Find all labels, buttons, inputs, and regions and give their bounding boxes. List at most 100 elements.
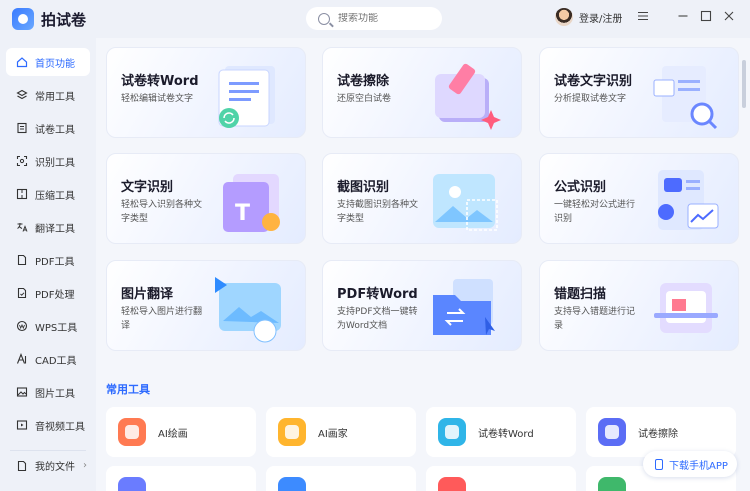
sidebar-item-wps-tools[interactable]: WPS工具 [6, 312, 90, 340]
tool-label: AI画家 [318, 428, 348, 440]
sidebar-item-label: 常用工具 [35, 91, 75, 103]
card-desc: 轻松导入识别各种文字类型 [121, 200, 203, 224]
ai-painting-icon [118, 418, 146, 446]
chevron-right-icon: › [83, 460, 87, 471]
paper-word-icon [438, 418, 466, 446]
sidebar-item-av-tools[interactable]: 音视频工具 [6, 411, 90, 439]
search-box[interactable] [306, 7, 442, 30]
sidebar-item-translate-tools[interactable]: 翻译工具 [6, 213, 90, 241]
file-icon [16, 460, 28, 472]
common-tools-heading: 常用工具 [106, 383, 150, 396]
translate-icon [16, 221, 28, 233]
scrollbar[interactable] [742, 60, 746, 108]
paper-erase-icon [598, 418, 626, 446]
card-title: 试卷擦除 [337, 74, 390, 89]
tool-row2-partial[interactable] [426, 466, 576, 491]
sidebar-item-pdf-process[interactable]: PDF处理 [6, 279, 90, 307]
sidebar-item-compress-tools[interactable]: 压缩工具 [6, 180, 90, 208]
sidebar-item-pdf-tools[interactable]: PDF工具 [6, 246, 90, 274]
card-pdf-to-word[interactable]: PDF转Word 支持PDF文档一键转为Word文档 [322, 260, 522, 351]
tool-ai-painting[interactable]: AI绘画 [106, 407, 256, 457]
sidebar-item-common-tools[interactable]: 常用工具 [6, 81, 90, 109]
my-files-label: 我的文件 [35, 462, 75, 473]
hamburger-icon[interactable] [636, 10, 650, 24]
pdf-folder-convert-icon [433, 279, 495, 335]
svg-text:T: T [235, 201, 250, 226]
sidebar-item-label: WPS工具 [35, 322, 78, 334]
tool-ai-artist[interactable]: AI画家 [266, 407, 416, 457]
card-desc: 支持PDF文档一键转为Word文档 [337, 307, 418, 331]
card-title: 图片翻译 [121, 287, 174, 302]
sidebar-item-cad-tools[interactable]: CAD工具 [6, 345, 90, 373]
tool-label: 试卷擦除 [638, 428, 678, 440]
cad-icon [16, 352, 28, 365]
minimize-icon[interactable] [676, 10, 690, 24]
tool-partial-icon [118, 476, 146, 491]
my-files-link[interactable]: 我的文件 › [16, 458, 87, 473]
sidebar-item-image-tools[interactable]: 图片工具 [6, 378, 90, 406]
app-logo: 拍试卷 [12, 8, 86, 30]
card-title: 试卷文字识别 [554, 74, 633, 89]
tool-row2-partial[interactable] [106, 466, 256, 491]
card-desc: 轻松导入图片进行翻译 [121, 307, 203, 331]
card-desc: 支持截图识别各种文字类型 [337, 200, 419, 224]
card-title: 试卷转Word [121, 74, 199, 89]
sidebar-item-label: 翻译工具 [35, 223, 75, 235]
scanner-icon [654, 283, 718, 333]
download-app-button[interactable]: 下载手机APP [643, 451, 737, 477]
tool-row2-partial[interactable] [266, 466, 416, 491]
sidebar-item-label: 首页功能 [35, 58, 75, 70]
sidebar: 首页功能 常用工具 试卷工具 识别工具 压缩工具 翻译工具 PDF工具 PDF处… [0, 38, 96, 491]
tool-partial-icon [438, 476, 466, 491]
card-paper-erase[interactable]: 试卷擦除 还原空白试卷 [322, 47, 522, 138]
wps-icon [16, 320, 28, 332]
card-image-translation[interactable]: 图片翻译 轻松导入图片进行翻译 [106, 260, 306, 351]
title-bar: 拍试卷 登录/注册 [0, 0, 750, 38]
screenshot-image-icon [433, 174, 498, 231]
login-register-link[interactable]: 登录/注册 [579, 10, 622, 25]
card-text-recognition[interactable]: 文字识别 轻松导入识别各种文字类型 T [106, 153, 306, 244]
paper-icon [16, 122, 28, 134]
sidebar-item-recognition-tools[interactable]: 识别工具 [6, 147, 90, 175]
pdf-icon [16, 254, 28, 266]
card-wrong-question-scan[interactable]: 错题扫描 支持导入错题进行记录 [539, 260, 739, 351]
scan-icon [16, 155, 28, 167]
card-desc: 分析提取试卷文字 [554, 94, 627, 104]
close-icon[interactable] [722, 10, 736, 24]
card-desc: 还原空白试卷 [337, 94, 392, 104]
camera-logo-icon [12, 8, 34, 30]
sidebar-item-paper-tools[interactable]: 试卷工具 [6, 114, 90, 142]
avatar[interactable] [555, 8, 573, 26]
sidebar-item-label: 试卷工具 [35, 124, 75, 136]
tool-paper-to-word[interactable]: 试卷转Word [426, 407, 576, 457]
sidebar-item-label: CAD工具 [35, 355, 77, 367]
scan-magnifier-icon [653, 66, 718, 130]
word-document-icon [218, 66, 275, 128]
search-icon [318, 12, 330, 25]
sidebar-item-label: PDF工具 [35, 256, 75, 268]
card-desc: 一键轻松对公式进行识别 [554, 200, 636, 224]
tool-partial-icon [598, 476, 626, 491]
sidebar-item-label: 压缩工具 [35, 190, 75, 202]
compress-icon [16, 188, 28, 200]
image-translate-icon [215, 277, 281, 343]
card-paper-to-word[interactable]: 试卷转Word 轻松编辑试卷文字 [106, 47, 306, 138]
ai-artist-icon [278, 418, 306, 446]
user-login[interactable]: 登录/注册 [555, 8, 622, 26]
sidebar-divider [10, 450, 86, 451]
card-screenshot-recognition[interactable]: 截图识别 支持截图识别各种文字类型 [322, 153, 522, 244]
phone-icon [655, 458, 663, 470]
tool-label: 试卷转Word [478, 428, 534, 440]
formula-chart-icon [658, 170, 719, 230]
card-desc: 支持导入错题进行记录 [554, 307, 636, 331]
tool-paper-erase[interactable]: 试卷擦除 [586, 407, 736, 457]
search-input[interactable] [338, 13, 428, 24]
layers-icon [16, 89, 28, 101]
card-desc: 轻松编辑试卷文字 [121, 94, 194, 104]
sidebar-item-label: 识别工具 [35, 157, 75, 169]
card-paper-text-recognition[interactable]: 试卷文字识别 分析提取试卷文字 [539, 47, 739, 138]
card-formula-recognition[interactable]: 公式识别 一键轻松对公式进行识别 [539, 153, 739, 244]
maximize-icon[interactable] [699, 10, 713, 24]
tool-label: AI绘画 [158, 428, 188, 440]
sidebar-item-home[interactable]: 首页功能 [6, 48, 90, 76]
